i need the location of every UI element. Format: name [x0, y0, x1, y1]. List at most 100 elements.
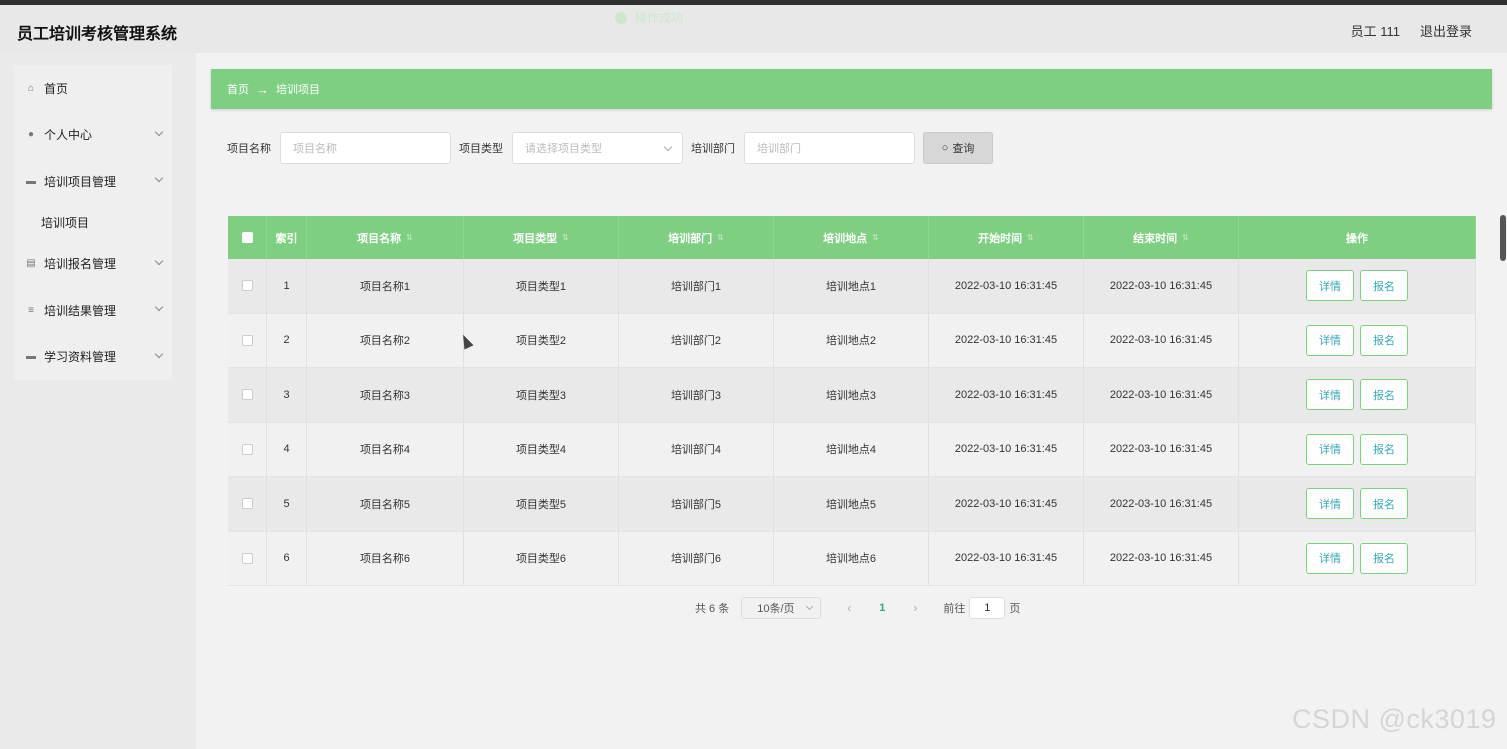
detail-button[interactable]: 详情 — [1306, 324, 1354, 356]
cell-start: 2022-03-10 16:31:45 — [929, 422, 1084, 476]
select-all-cell — [228, 216, 267, 259]
breadcrumb-home[interactable]: 首页 — [227, 81, 249, 97]
detail-button[interactable]: 详情 — [1306, 270, 1354, 302]
clipboard-icon: ▤ — [26, 258, 36, 270]
search-icon: ○ — [941, 142, 949, 154]
column-header-label: 索引 — [275, 232, 298, 245]
projects-table: 索引 项目名称 ⇅ 项目类型 ⇅ 培训部门 ⇅ 培训地点 ⇅ 开始时间 ⇅ 结束时间 ⇅ 操… — [228, 216, 1476, 586]
table-row: 3 项目名称3 项目类型3 培训部门3 培训地点3 2022-03-10 16:… — [228, 368, 1476, 423]
scrollbar-thumb[interactable] — [1500, 215, 1506, 261]
sort-icon[interactable]: ⇅ — [562, 233, 569, 242]
table-row: 4 项目名称4 项目类型4 培训部门4 培训地点4 2022-03-10 16:… — [228, 422, 1476, 477]
project-name-label: 项目名称 — [227, 143, 271, 155]
project-type-placeholder: 请选择项目类型 — [525, 143, 602, 155]
cell-dept: 培训部门3 — [619, 368, 774, 422]
project-name-input[interactable]: 项目名称 — [280, 132, 451, 164]
cell-name: 项目名称1 — [307, 259, 464, 313]
table-row: 5 项目名称5 项目类型5 培训部门5 培训地点5 2022-03-10 16:… — [228, 477, 1476, 532]
column-header-index: 索引 — [267, 216, 307, 259]
logout-link[interactable]: 退出登录 — [1420, 21, 1472, 40]
chevron-down-icon — [154, 127, 164, 136]
sidebar-menu: ⌂ 首页 ● 个人中心 ▬ 培训项目管理 培训项目 ▤ 培训报名管理 ≡ 培训结… — [14, 65, 172, 380]
page-number[interactable]: 1 — [879, 602, 885, 614]
sidebar-item-personal-center[interactable]: ● 个人中心 — [14, 112, 172, 159]
cell-end: 2022-03-10 16:31:45 — [1084, 313, 1239, 367]
user-name[interactable]: 员工 111 — [1351, 21, 1400, 40]
row-select-cell — [228, 313, 267, 367]
project-type-select[interactable]: 请选择项目类型 — [512, 132, 683, 164]
monitor-icon: ▬ — [26, 351, 36, 363]
cell-index: 6 — [267, 531, 307, 585]
row-checkbox[interactable] — [241, 498, 253, 510]
enroll-button[interactable]: 报名 — [1360, 433, 1408, 465]
row-checkbox[interactable] — [241, 552, 253, 564]
column-header-name[interactable]: 项目名称 ⇅ — [307, 216, 464, 259]
total-count: 共 6 条 — [695, 603, 730, 615]
table-header: 索引 项目名称 ⇅ 项目类型 ⇅ 培训部门 ⇅ 培训地点 ⇅ 开始时间 ⇅ 结束时间 ⇅ 操… — [228, 216, 1476, 259]
cell-dept: 培训部门2 — [619, 313, 774, 367]
detail-button[interactable]: 详情 — [1306, 542, 1354, 574]
next-page-icon[interactable]: › — [909, 601, 921, 615]
column-header-start[interactable]: 开始时间 ⇅ — [929, 216, 1084, 259]
column-header-end[interactable]: 结束时间 ⇅ — [1084, 216, 1239, 259]
row-checkbox[interactable] — [241, 389, 253, 401]
row-select-cell — [228, 477, 267, 531]
cell-end: 2022-03-10 16:31:45 — [1084, 259, 1239, 313]
column-header-place[interactable]: 培训地点 ⇅ — [774, 216, 929, 259]
sort-icon[interactable]: ⇅ — [872, 233, 879, 242]
column-header-type[interactable]: 项目类型 ⇅ — [464, 216, 619, 259]
enroll-button[interactable]: 报名 — [1360, 488, 1408, 520]
cell-place: 培训地点2 — [774, 313, 929, 367]
row-checkbox[interactable] — [241, 443, 253, 455]
sidebar-item-enrollment[interactable]: ▤ 培训报名管理 — [14, 241, 172, 288]
cell-index: 3 — [267, 368, 307, 422]
sidebar-item-home[interactable]: ⌂ 首页 — [14, 65, 172, 112]
column-header-dept[interactable]: 培训部门 ⇅ — [619, 216, 774, 259]
briefcase-icon: ▬ — [26, 175, 36, 187]
cell-end: 2022-03-10 16:31:45 — [1084, 531, 1239, 585]
sort-icon[interactable]: ⇅ — [1182, 233, 1189, 242]
enroll-button[interactable]: 报名 — [1360, 542, 1408, 574]
detail-button[interactable]: 详情 — [1306, 433, 1354, 465]
breadcrumb-current: 培训项目 — [276, 84, 320, 96]
filter-bar: 项目名称 项目名称 项目类型 请选择项目类型 培训部门 培训部门 ○ 查询 — [227, 132, 993, 164]
cell-type: 项目类型3 — [464, 368, 619, 422]
user-icon: ● — [27, 129, 35, 141]
project-name-placeholder: 项目名称 — [293, 143, 337, 155]
column-header-label: 项目类型 — [513, 232, 558, 245]
table-row: 2 项目名称2 项目类型2 培训部门2 培训地点2 2022-03-10 16:… — [228, 313, 1476, 368]
sort-icon[interactable]: ⇅ — [1027, 233, 1034, 242]
enroll-button[interactable]: 报名 — [1360, 270, 1408, 302]
cell-actions: 详情 报名 — [1239, 477, 1476, 531]
cell-start: 2022-03-10 16:31:45 — [929, 259, 1084, 313]
cell-index: 5 — [267, 477, 307, 531]
cell-dept: 培训部门1 — [619, 259, 774, 313]
row-checkbox[interactable] — [241, 280, 253, 292]
select-all-checkbox[interactable] — [241, 232, 253, 243]
search-button[interactable]: ○ 查询 — [923, 132, 993, 164]
sort-icon[interactable]: ⇅ — [717, 233, 724, 242]
sidebar-item-training-projects[interactable]: ▬ 培训项目管理 — [14, 158, 172, 205]
sidebar-item-materials[interactable]: ▬ 学习资料管理 — [14, 334, 172, 381]
column-header-label: 操作 — [1346, 232, 1368, 245]
department-input[interactable]: 培训部门 — [744, 132, 915, 164]
prev-page-icon[interactable]: ‹ — [843, 601, 855, 615]
row-checkbox[interactable] — [241, 334, 253, 346]
arrow-right-icon: → — [256, 81, 269, 97]
cell-type: 项目类型4 — [464, 422, 619, 476]
cell-name: 项目名称3 — [307, 368, 464, 422]
cell-place: 培训地点1 — [774, 259, 929, 313]
cell-type: 项目类型5 — [464, 477, 619, 531]
sort-icon[interactable]: ⇅ — [406, 233, 413, 242]
cell-actions: 详情 报名 — [1239, 422, 1476, 476]
sidebar-subitem-training-project[interactable]: 培训项目 — [14, 205, 172, 241]
detail-button[interactable]: 详情 — [1306, 488, 1354, 520]
detail-button[interactable]: 详情 — [1306, 379, 1354, 411]
sidebar: ⌂ 首页 ● 个人中心 ▬ 培训项目管理 培训项目 ▤ 培训报名管理 ≡ 培训结… — [0, 53, 196, 749]
enroll-button[interactable]: 报名 — [1360, 379, 1408, 411]
sidebar-item-results[interactable]: ≡ 培训结果管理 — [14, 287, 172, 334]
page-size-select[interactable]: 10条/页 — [741, 597, 822, 619]
department-label: 培训部门 — [691, 143, 735, 155]
goto-page-input[interactable]: 1 — [969, 597, 1006, 619]
enroll-button[interactable]: 报名 — [1360, 324, 1408, 356]
